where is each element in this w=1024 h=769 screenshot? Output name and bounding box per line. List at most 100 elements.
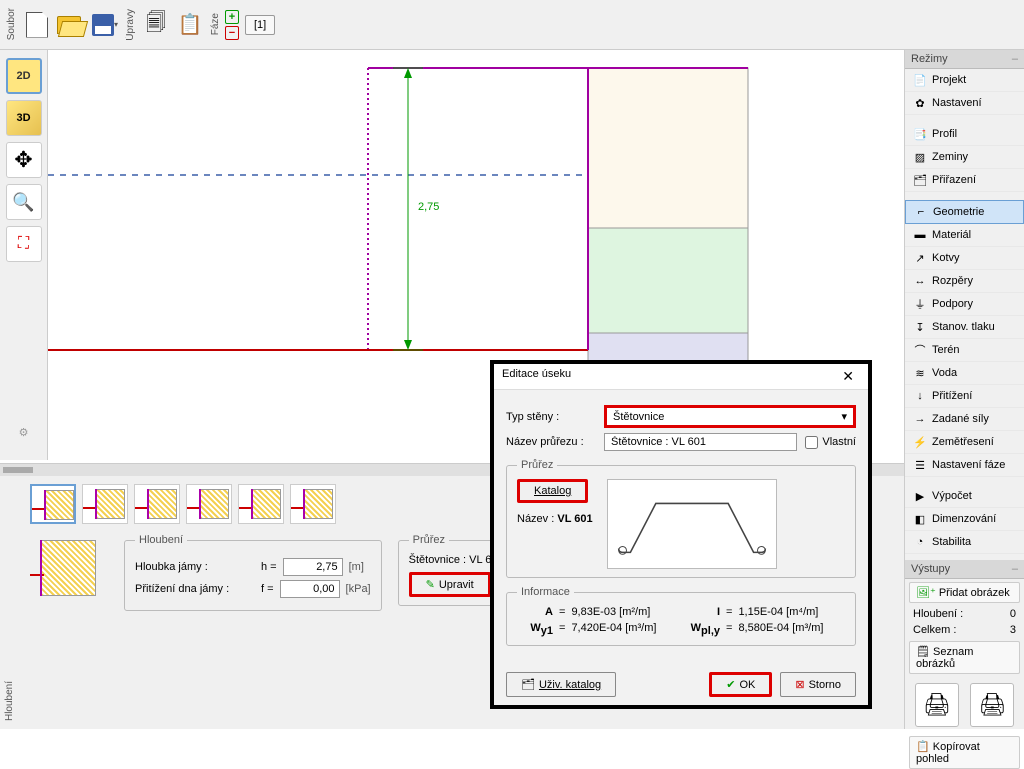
edit-section-button[interactable]: ✎ Upravit xyxy=(409,572,491,597)
mode-item-zeminy[interactable]: ▨Zeminy xyxy=(905,146,1024,169)
profile-preview xyxy=(30,534,98,606)
mode-icon: ↧ xyxy=(913,320,927,334)
mode-icon: ⌒ xyxy=(913,343,927,357)
mode-icon: ✿ xyxy=(913,96,927,110)
minimize-outputs[interactable]: – xyxy=(1012,563,1018,575)
mode-icon: 🗂 xyxy=(913,173,927,187)
cancel-button[interactable]: ⊠ Storno xyxy=(780,672,856,697)
profile-option-2[interactable] xyxy=(82,484,128,524)
mode-icon: ↗ xyxy=(913,251,927,265)
mode-icon: ☰ xyxy=(913,458,927,472)
mode-item-nastaven[interactable]: ✿Nastavení xyxy=(905,92,1024,115)
dialog-close-button[interactable]: ✕ xyxy=(836,368,860,385)
paste-icon: 📋 xyxy=(178,12,203,37)
catalog-button[interactable]: Katalog xyxy=(517,479,588,503)
profile-option-5[interactable] xyxy=(238,484,284,524)
mode-icon: ⏚ xyxy=(913,297,927,311)
ok-button[interactable]: ✔ OK xyxy=(709,672,772,697)
printer-color-icon: 🖨 xyxy=(978,692,1006,718)
new-file-button[interactable] xyxy=(21,7,53,43)
move-icon: ✥ xyxy=(14,147,32,173)
profile-option-3[interactable] xyxy=(134,484,180,524)
modes-header: Režimy – xyxy=(905,50,1024,69)
group-phase: Fáze xyxy=(208,13,223,35)
mode-item-kotvy[interactable]: ↗Kotvy xyxy=(905,247,1024,270)
user-catalog-button[interactable]: 🗂 Uživ. katalog xyxy=(506,672,616,697)
top-toolbar: Soubor ▾ ▾ Úpravy 🗐 📋 Fáze + − [1] xyxy=(0,0,1024,50)
output-row-celkem: Celkem :3 xyxy=(905,622,1024,638)
left-toolbar: 2D 3D ✥ 🔍 ⛶ ⚙ xyxy=(0,50,48,460)
fit-button[interactable]: ⛶ xyxy=(6,226,42,262)
output-row-hloubeni: Hloubení :0 xyxy=(905,606,1024,622)
print-button-2[interactable]: 🖨 xyxy=(970,683,1014,727)
edit-icon: ✎ xyxy=(426,578,435,591)
mode-icon: ⌐ xyxy=(914,205,928,219)
group-edit: Úpravy xyxy=(123,9,138,41)
profile-option-4[interactable] xyxy=(186,484,232,524)
save-file-icon xyxy=(92,14,114,36)
mode-item-zemtesen[interactable]: ⚡Zemětřesení xyxy=(905,431,1024,454)
move-button[interactable]: ✥ xyxy=(6,142,42,178)
check-icon: ✔ xyxy=(726,678,735,691)
settings-button[interactable]: ⚙ xyxy=(6,416,42,452)
zoom-icon: 🔍 xyxy=(12,192,34,213)
chevron-down-icon: ▾ xyxy=(841,410,847,423)
depth-input[interactable] xyxy=(283,558,343,576)
image-list-button[interactable]: 🗒 Seznam obrázků xyxy=(909,641,1020,674)
profile-selector xyxy=(30,484,515,524)
edit-section-dialog: Editace úseku ✕ Typ stěny : Štětovnice ▾… xyxy=(490,360,872,709)
mode-item-rozpry[interactable]: ↔Rozpěry xyxy=(905,270,1024,293)
mode-icon: ◔ xyxy=(913,535,927,549)
remove-phase-button[interactable]: − xyxy=(225,26,239,40)
cancel-icon: ⊠ xyxy=(795,678,804,691)
wall-type-select[interactable]: Štětovnice ▾ xyxy=(604,405,856,428)
mode-item-tern[interactable]: ⌒Terén xyxy=(905,339,1024,362)
mode-item-voda[interactable]: ≋Voda xyxy=(905,362,1024,385)
zoom-button[interactable]: 🔍 xyxy=(6,184,42,220)
view-2d-button[interactable]: 2D xyxy=(6,58,42,94)
mode-item-stanovtlaku[interactable]: ↧Stanov. tlaku xyxy=(905,316,1024,339)
mode-icon: ↓ xyxy=(913,389,927,403)
mode-icon: ◧ xyxy=(913,512,927,526)
dimension-label: 2,75 xyxy=(418,201,439,213)
view-3d-button[interactable]: 3D xyxy=(6,100,42,136)
mode-item-zadansly[interactable]: →Zadané síly xyxy=(905,408,1024,431)
paste-button[interactable]: 📋 xyxy=(174,7,206,43)
add-image-button[interactable]: 🖼⁺ Přidat obrázek xyxy=(909,582,1020,603)
print-button-1[interactable]: 🖨 xyxy=(915,683,959,727)
section-name-input[interactable] xyxy=(604,433,797,451)
mode-icon: ≋ xyxy=(913,366,927,380)
mode-item-vpoet[interactable]: ▶Výpočet xyxy=(905,485,1024,508)
profile-drawing xyxy=(607,479,777,569)
mode-item-profil[interactable]: 📑Profil xyxy=(905,123,1024,146)
mode-item-geometrie[interactable]: ⌐Geometrie xyxy=(905,200,1024,224)
mode-item-dimenzovn[interactable]: ◧Dimenzování xyxy=(905,508,1024,531)
mode-item-stabilita[interactable]: ◔Stabilita xyxy=(905,531,1024,554)
copy-button[interactable]: 🗐 xyxy=(140,7,172,43)
custom-checkbox[interactable] xyxy=(805,436,818,449)
mode-item-projekt[interactable]: 📄Projekt xyxy=(905,69,1024,92)
mode-icon: 📑 xyxy=(913,127,927,141)
profile-option-6[interactable] xyxy=(290,484,336,524)
catalog-icon: 🗂 xyxy=(521,678,535,691)
mode-icon: ▨ xyxy=(913,150,927,164)
group-file: Soubor xyxy=(4,8,19,40)
mode-item-piazen[interactable]: 🗂Přiřazení xyxy=(905,169,1024,192)
profile-option-1[interactable] xyxy=(30,484,76,524)
open-file-button[interactable]: ▾ xyxy=(55,7,87,43)
mode-item-piten[interactable]: ↓Přitížení xyxy=(905,385,1024,408)
gear-icon: ⚙ xyxy=(19,427,29,439)
phase-controls: + − xyxy=(225,10,239,40)
mode-item-nastavenfze[interactable]: ☰Nastavení fáze xyxy=(905,454,1024,477)
mode-icon: 📄 xyxy=(913,73,927,87)
mode-item-materil[interactable]: ▬Materiál xyxy=(905,224,1024,247)
save-file-button[interactable]: ▾ xyxy=(89,7,121,43)
minimize-button[interactable]: – xyxy=(1012,53,1018,65)
phase-tab-1[interactable]: [1] xyxy=(245,15,275,35)
copy-view-button[interactable]: 📋 Kopírovat pohled xyxy=(909,736,1020,769)
mode-item-podpory[interactable]: ⏚Podpory xyxy=(905,293,1024,316)
load-input[interactable] xyxy=(280,580,340,598)
outputs-header: Výstupy – xyxy=(905,560,1024,579)
right-panel: Režimy – 📄Projekt✿Nastavení 📑Profil▨Zemin… xyxy=(904,50,1024,729)
add-phase-button[interactable]: + xyxy=(225,10,239,24)
